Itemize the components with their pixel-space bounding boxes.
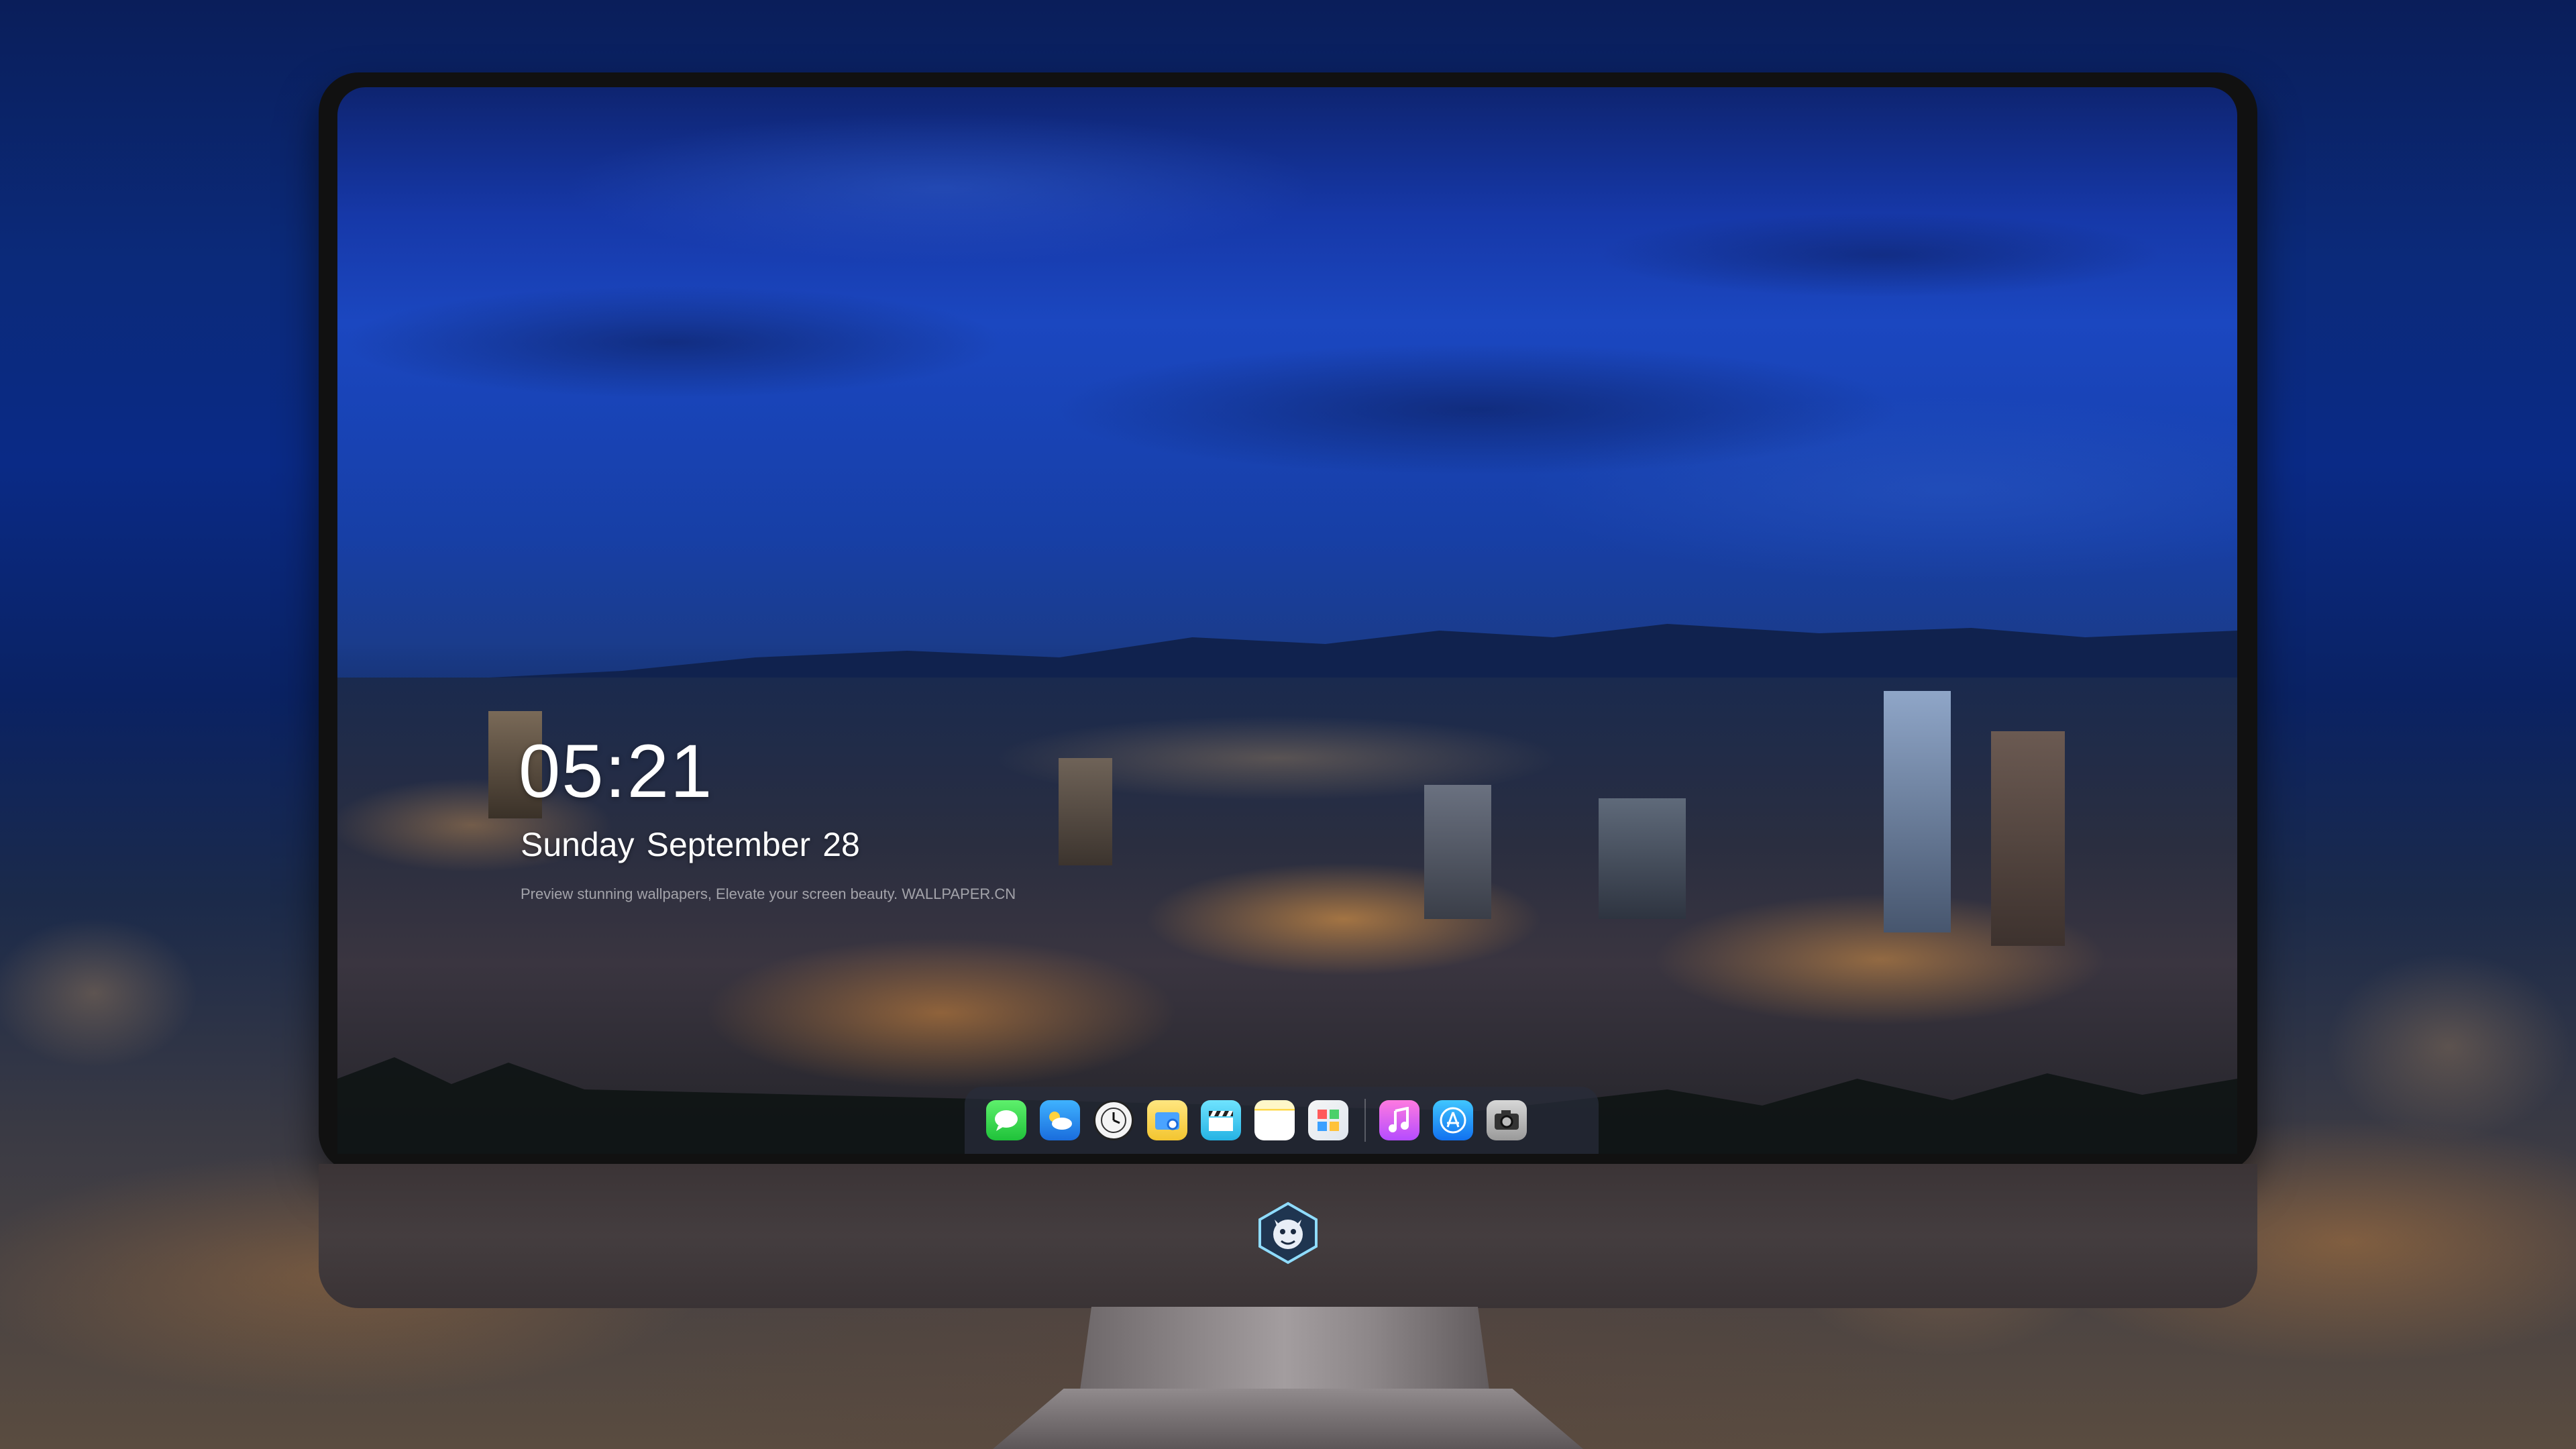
wallpaper-tower [1424, 785, 1491, 919]
wallpaper-tower [1599, 798, 1686, 919]
wallpaper-tagline: Preview stunning wallpapers, Elevate you… [521, 885, 1016, 902]
desktop-screen: 05:21 Sunday September 28 Preview stunning… [337, 87, 2237, 1154]
dock [965, 1087, 1599, 1154]
notes-icon[interactable] [1254, 1100, 1295, 1140]
wallpaper-sky [337, 87, 2237, 637]
messages-icon[interactable] [986, 1100, 1026, 1140]
wallpaper-tower [1059, 758, 1112, 865]
dock-separator [1364, 1099, 1366, 1142]
finder-icon[interactable] [1147, 1100, 1187, 1140]
date-day: 28 [822, 826, 860, 863]
photos-icon[interactable] [1308, 1100, 1348, 1140]
lockscreen-clock: 05:21 [519, 729, 714, 813]
monitor-stand-base [993, 1389, 1583, 1449]
monitor-stand-neck [1078, 1307, 1491, 1401]
camera-icon[interactable] [1487, 1100, 1527, 1140]
clock-icon[interactable] [1093, 1100, 1134, 1140]
brand-logo-icon [1254, 1199, 1322, 1267]
music-icon[interactable] [1379, 1100, 1419, 1140]
weather-icon[interactable] [1040, 1100, 1080, 1140]
date-month: September [646, 826, 811, 863]
lockscreen-date: Sunday September 28 [521, 825, 872, 864]
date-weekday: Sunday [521, 826, 635, 863]
wallpaper-tower [1991, 731, 2065, 946]
app-store-icon[interactable] [1433, 1100, 1473, 1140]
wallpaper-tower [1884, 691, 1951, 932]
clapperboard-icon[interactable] [1201, 1100, 1241, 1140]
